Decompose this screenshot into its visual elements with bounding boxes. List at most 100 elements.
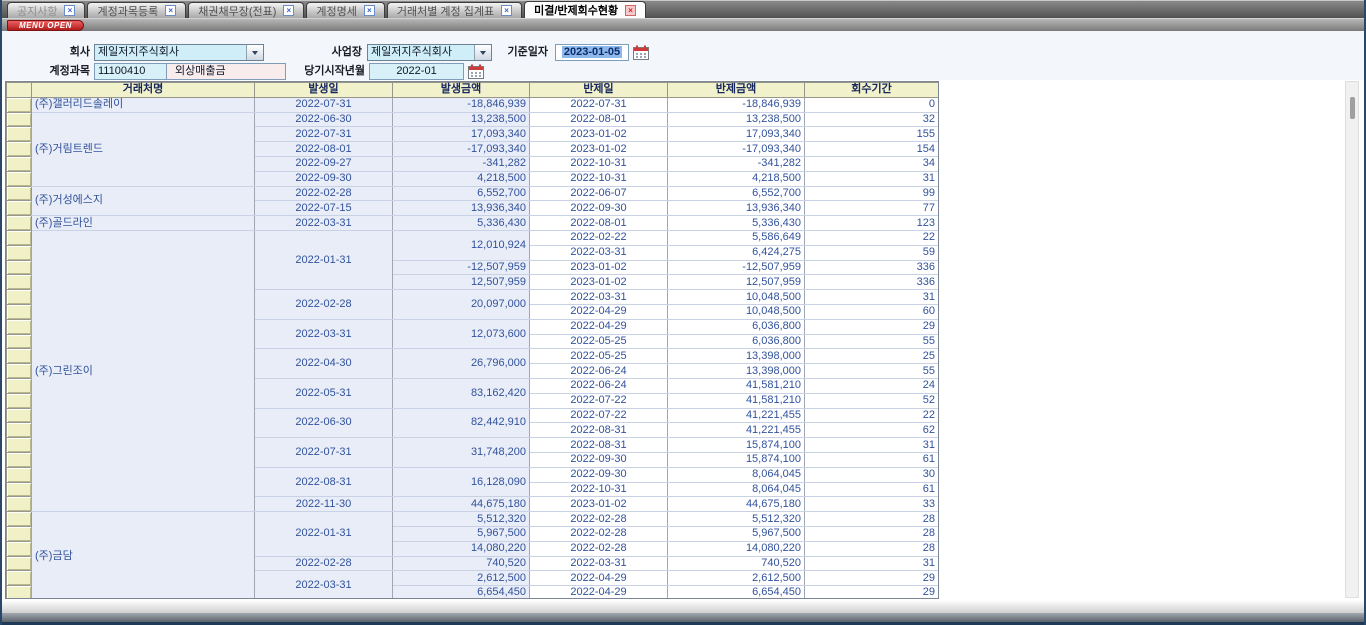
- grid-column-header: 거래처명: [32, 83, 255, 98]
- settlement-amount-cell: 4,218,500: [668, 171, 805, 186]
- collection-days-cell: 22: [805, 230, 939, 245]
- settlement-date-cell: 2022-06-07: [530, 186, 668, 201]
- row-selector[interactable]: [7, 290, 32, 305]
- base-date-calendar-button[interactable]: [633, 45, 649, 60]
- account-name-input[interactable]: 외상매출금: [166, 63, 286, 80]
- row-selector[interactable]: [7, 171, 32, 186]
- tab-3[interactable]: 채권채무장(전표)×: [188, 2, 304, 18]
- row-selector[interactable]: [7, 541, 32, 556]
- grid-column-header: 발생일: [255, 83, 393, 98]
- table-row: (주)갤러리드솔레이2022-07-31-18,846,9392022-07-3…: [7, 97, 939, 112]
- row-selector[interactable]: [7, 408, 32, 423]
- settlement-amount-cell: 41,581,210: [668, 393, 805, 408]
- settlement-date-cell: 2022-10-31: [530, 156, 668, 171]
- tab-close-icon[interactable]: ×: [364, 5, 375, 16]
- row-selector[interactable]: [7, 512, 32, 527]
- row-selector[interactable]: [7, 186, 32, 201]
- period-start-calendar-button[interactable]: [468, 64, 484, 79]
- collection-days-cell: 28: [805, 512, 939, 527]
- settlement-date-cell: 2022-09-30: [530, 201, 668, 216]
- occurrence-date-cell: 2022-09-30: [255, 171, 393, 186]
- settlement-amount-cell: 5,586,649: [668, 230, 805, 245]
- row-selector[interactable]: [7, 349, 32, 364]
- tab-6[interactable]: 미결/반제회수현황×: [524, 1, 646, 18]
- table-row: (주)거림트렌드2022-06-3013,238,5002022-08-0113…: [7, 112, 939, 127]
- tab-close-icon[interactable]: ×: [283, 5, 294, 16]
- tab-4[interactable]: 계정명세×: [306, 2, 384, 18]
- settlement-amount-cell: 10,048,500: [668, 304, 805, 319]
- tab-close-icon[interactable]: ×: [625, 5, 636, 16]
- settlement-amount-cell: -17,093,340: [668, 142, 805, 157]
- row-selector[interactable]: [7, 260, 32, 275]
- customer-name-cell: (주)골드라인: [32, 216, 255, 231]
- settlement-date-cell: 2022-04-29: [530, 571, 668, 586]
- tab-close-icon[interactable]: ×: [64, 5, 75, 16]
- collection-days-cell: 32: [805, 112, 939, 127]
- settlement-amount-cell: 6,424,275: [668, 245, 805, 260]
- tab-close-icon[interactable]: ×: [165, 5, 176, 16]
- occurrence-date-cell: 2022-08-31: [255, 467, 393, 497]
- menu-open-button[interactable]: MENU OPEN: [7, 20, 84, 31]
- row-selector[interactable]: [7, 319, 32, 334]
- occurrence-amount-cell: -12,507,959: [393, 260, 530, 275]
- row-selector[interactable]: [7, 216, 32, 231]
- settlement-amount-cell: 8,064,045: [668, 482, 805, 497]
- customer-name-cell: (주)금담: [32, 512, 255, 599]
- period-start-input[interactable]: 2022-01: [369, 63, 464, 80]
- row-selector[interactable]: [7, 304, 32, 319]
- row-selector[interactable]: [7, 497, 32, 512]
- occurrence-date-cell: 2022-03-31: [255, 216, 393, 231]
- vertical-scrollbar-thumb[interactable]: [1350, 97, 1355, 119]
- row-selector[interactable]: [7, 482, 32, 497]
- row-selector[interactable]: [7, 334, 32, 349]
- row-selector[interactable]: [7, 571, 32, 586]
- row-selector[interactable]: [7, 438, 32, 453]
- row-selector[interactable]: [7, 156, 32, 171]
- row-selector[interactable]: [7, 275, 32, 290]
- tab-1[interactable]: 공지사항×: [7, 2, 85, 18]
- account-code-input[interactable]: 11100410: [94, 63, 167, 80]
- occurrence-amount-cell: 12,073,600: [393, 319, 530, 349]
- occurrence-amount-cell: 44,675,180: [393, 497, 530, 512]
- row-selector[interactable]: [7, 423, 32, 438]
- base-date-input[interactable]: 2023-01-05: [555, 44, 629, 61]
- occurrence-amount-cell: 6,552,700: [393, 186, 530, 201]
- occurrence-date-cell: 2022-02-28: [255, 290, 393, 320]
- tab-2[interactable]: 계정과목등록×: [87, 2, 186, 18]
- settlement-amount-cell: 41,221,455: [668, 408, 805, 423]
- tab-close-icon[interactable]: ×: [501, 5, 512, 16]
- row-selector[interactable]: [7, 245, 32, 260]
- row-selector[interactable]: [7, 112, 32, 127]
- occurrence-date-cell: 2022-04-30: [255, 349, 393, 379]
- row-selector[interactable]: [7, 97, 32, 112]
- row-selector[interactable]: [7, 526, 32, 541]
- settlement-amount-cell: 6,036,800: [668, 319, 805, 334]
- settlement-amount-cell: 41,221,455: [668, 423, 805, 438]
- row-selector[interactable]: [7, 364, 32, 379]
- row-selector[interactable]: [7, 467, 32, 482]
- collection-days-cell: 29: [805, 319, 939, 334]
- row-selector[interactable]: [7, 378, 32, 393]
- collection-days-cell: 29: [805, 586, 939, 599]
- settlement-date-cell: 2022-06-24: [530, 364, 668, 379]
- row-selector[interactable]: [7, 142, 32, 157]
- collection-days-cell: 31: [805, 290, 939, 305]
- company-select[interactable]: 제일저지주식회사: [94, 44, 264, 61]
- horizontal-scrollbar[interactable]: [2, 600, 1364, 613]
- tab-5[interactable]: 거래처별 계정 집계표×: [387, 2, 522, 18]
- row-selector[interactable]: [7, 586, 32, 599]
- workplace-select[interactable]: 제일저지주식회사: [367, 44, 492, 61]
- settlement-date-cell: 2022-08-31: [530, 438, 668, 453]
- settlement-amount-cell: 44,675,180: [668, 497, 805, 512]
- row-selector[interactable]: [7, 201, 32, 216]
- row-selector[interactable]: [7, 452, 32, 467]
- settlement-date-cell: 2022-10-31: [530, 482, 668, 497]
- settlement-amount-cell: -341,282: [668, 156, 805, 171]
- row-selector[interactable]: [7, 230, 32, 245]
- vertical-scrollbar[interactable]: [1345, 81, 1359, 598]
- row-selector[interactable]: [7, 127, 32, 142]
- row-selector[interactable]: [7, 393, 32, 408]
- collection-days-cell: 28: [805, 526, 939, 541]
- workplace-label: 사업장: [297, 44, 362, 60]
- row-selector[interactable]: [7, 556, 32, 571]
